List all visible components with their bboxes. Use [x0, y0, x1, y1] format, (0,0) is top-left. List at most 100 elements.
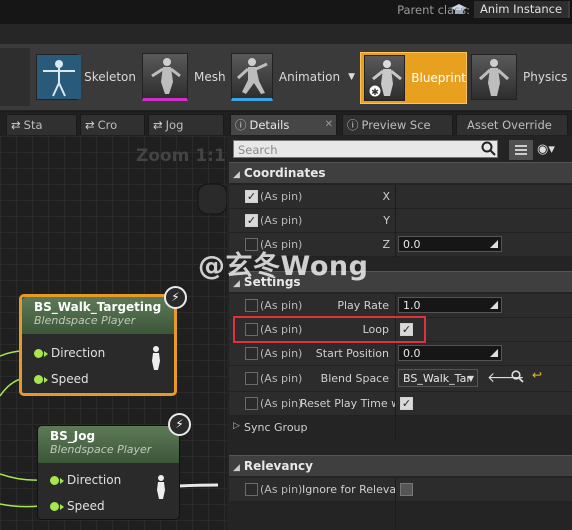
as-pin-label: (As pin)	[260, 372, 303, 385]
node-subtitle: Blendspace Player	[34, 314, 136, 327]
eye-icon[interactable]: ◉▾	[537, 142, 555, 157]
property-label-blend-space: Blend Space	[320, 372, 389, 385]
tab-details[interactable]: ⓘ Details ✕	[230, 114, 337, 135]
pin-direction[interactable]: Direction	[50, 473, 121, 487]
mode-label: Physics	[523, 70, 568, 84]
spin-icon	[490, 349, 498, 357]
start-position-input[interactable]: 0.0	[398, 345, 502, 361]
as-pin-label: (As pin)	[260, 299, 303, 312]
lightning-icon: ⚡	[164, 286, 187, 309]
search-icon[interactable]	[481, 141, 497, 160]
property-label-reset-play-time: Reset Play Time w	[300, 397, 395, 410]
parent-class-bar	[0, 24, 572, 44]
mode-mesh[interactable]: Mesh	[142, 50, 226, 104]
property-label-x: X	[382, 190, 390, 203]
parent-class-label: Parent class:	[397, 3, 470, 17]
tab-preview-scene[interactable]: ⓘ Preview Sce	[342, 114, 453, 135]
column-divider[interactable]	[395, 185, 396, 257]
tab-crouch[interactable]: ⇄ Cro	[80, 114, 145, 135]
category-coordinates[interactable]: ◢ Coordinates	[229, 162, 572, 183]
spin-icon	[490, 301, 498, 309]
as-pin-checkbox-reset-play-time[interactable]	[245, 397, 258, 410]
as-pin-label: (As pin)	[260, 397, 303, 410]
blend-space-dropdown[interactable]: BS_Walk_Tar ▼	[398, 369, 478, 387]
state-icon: ⇄	[85, 118, 95, 132]
tab-state[interactable]: ⇄ Sta	[6, 114, 77, 135]
reset-to-default-icon[interactable]: ↩	[532, 368, 542, 382]
view-options-button[interactable]	[508, 139, 534, 161]
ignore-relevancy-checkbox[interactable]	[400, 483, 413, 496]
as-pin-checkbox-ignore-relevancy[interactable]	[245, 483, 258, 496]
as-pin-checkbox-blend-space[interactable]	[245, 372, 258, 385]
pin-speed[interactable]: Speed	[34, 372, 89, 386]
pin-icon	[34, 374, 48, 384]
z-value-input[interactable]: 0.0	[398, 236, 502, 252]
mode-blueprint[interactable]: ✱ Blueprint	[360, 52, 467, 104]
as-pin-checkbox-start-position[interactable]	[245, 347, 258, 360]
browse-search-icon[interactable]	[511, 370, 525, 387]
mode-skeleton[interactable]: Skeleton	[36, 50, 136, 104]
pin-speed[interactable]: Speed	[50, 499, 105, 513]
zoom-level: Zoom 1:1	[136, 146, 226, 166]
pin-icon	[50, 475, 64, 485]
state-icon: ⇄	[153, 118, 163, 132]
node-header: BS_Walk_Targeting Blendspace Player	[22, 297, 174, 334]
close-icon[interactable]: ✕	[325, 115, 333, 135]
info-icon: ⓘ	[235, 118, 247, 132]
property-label-play-rate: Play Rate	[337, 299, 389, 312]
expand-arrow-icon[interactable]: ▷	[233, 421, 240, 431]
tab-asset-override[interactable]: Asset Override	[456, 114, 568, 135]
animation-icon	[231, 53, 273, 101]
lightning-icon: ⚡	[168, 413, 191, 436]
collapse-arrow-icon: ◢	[233, 170, 240, 180]
svg-text:✱: ✱	[371, 88, 379, 98]
as-pin-label: (As pin)	[260, 347, 303, 360]
mode-animation[interactable]: Animation ▼	[231, 50, 355, 104]
column-divider[interactable]	[395, 478, 396, 530]
mode-label: Skeleton	[84, 70, 136, 84]
mode-label: Mesh	[194, 70, 226, 84]
node-title: BS_Walk_Targeting	[34, 300, 162, 314]
pose-output-icon[interactable]	[155, 474, 167, 503]
parent-class-value[interactable]: Anim Instance	[474, 1, 568, 18]
watermark: @玄冬Wong	[198, 251, 369, 282]
state-icon: ⇄	[11, 118, 21, 132]
property-label-start-position: Start Position	[315, 347, 389, 360]
chevron-down-icon[interactable]: ▼	[348, 72, 355, 82]
as-pin-label: (As pin)	[260, 214, 303, 227]
node-title: BS_Jog	[50, 429, 96, 443]
collapse-arrow-icon: ◢	[233, 463, 240, 473]
category-relevancy[interactable]: ◢ Relevancy	[229, 455, 572, 476]
blueprint-icon: ✱	[364, 55, 406, 101]
as-pin-checkbox-x[interactable]	[245, 190, 258, 203]
mesh-icon	[142, 53, 188, 101]
node-bs-walk-targeting[interactable]: BS_Walk_Targeting Blendspace Player Dire…	[19, 294, 177, 396]
chevron-down-icon: ▼	[467, 374, 474, 383]
info-icon: ⓘ	[347, 118, 359, 132]
physics-icon	[471, 54, 517, 100]
reset-play-time-checkbox[interactable]	[400, 397, 413, 410]
as-pin-label: (As pin)	[260, 190, 303, 203]
as-pin-checkbox-y[interactable]	[245, 214, 258, 227]
search-input[interactable]: Search	[233, 140, 498, 158]
loop-highlight-box	[233, 316, 426, 343]
pin-icon	[34, 348, 48, 358]
mode-label: Animation	[278, 70, 341, 84]
pose-output-icon[interactable]	[150, 345, 162, 374]
node-bs-jog[interactable]: BS_Jog Blendspace Player Direction Speed	[37, 425, 180, 520]
mode-toolbar-spacer	[0, 48, 30, 106]
sync-group-label[interactable]: Sync Group	[244, 421, 308, 434]
as-pin-label: (As pin)	[260, 483, 303, 496]
node-header: BS_Jog Blendspace Player	[38, 426, 179, 463]
pin-direction[interactable]: Direction	[34, 346, 105, 360]
tab-jog[interactable]: ⇄ Jog	[148, 114, 224, 135]
mode-physics[interactable]: Physics	[471, 50, 572, 104]
property-label-y: Y	[383, 214, 390, 227]
as-pin-checkbox-play-rate[interactable]	[245, 299, 258, 312]
node-subtitle: Blendspace Player	[50, 443, 152, 456]
pin-icon	[50, 501, 64, 511]
mode-label: Blueprint	[411, 71, 466, 85]
property-label-ignore-relevancy: Ignore for Relevanc	[302, 483, 395, 496]
spin-icon	[490, 240, 498, 248]
play-rate-input[interactable]: 1.0	[398, 297, 502, 313]
